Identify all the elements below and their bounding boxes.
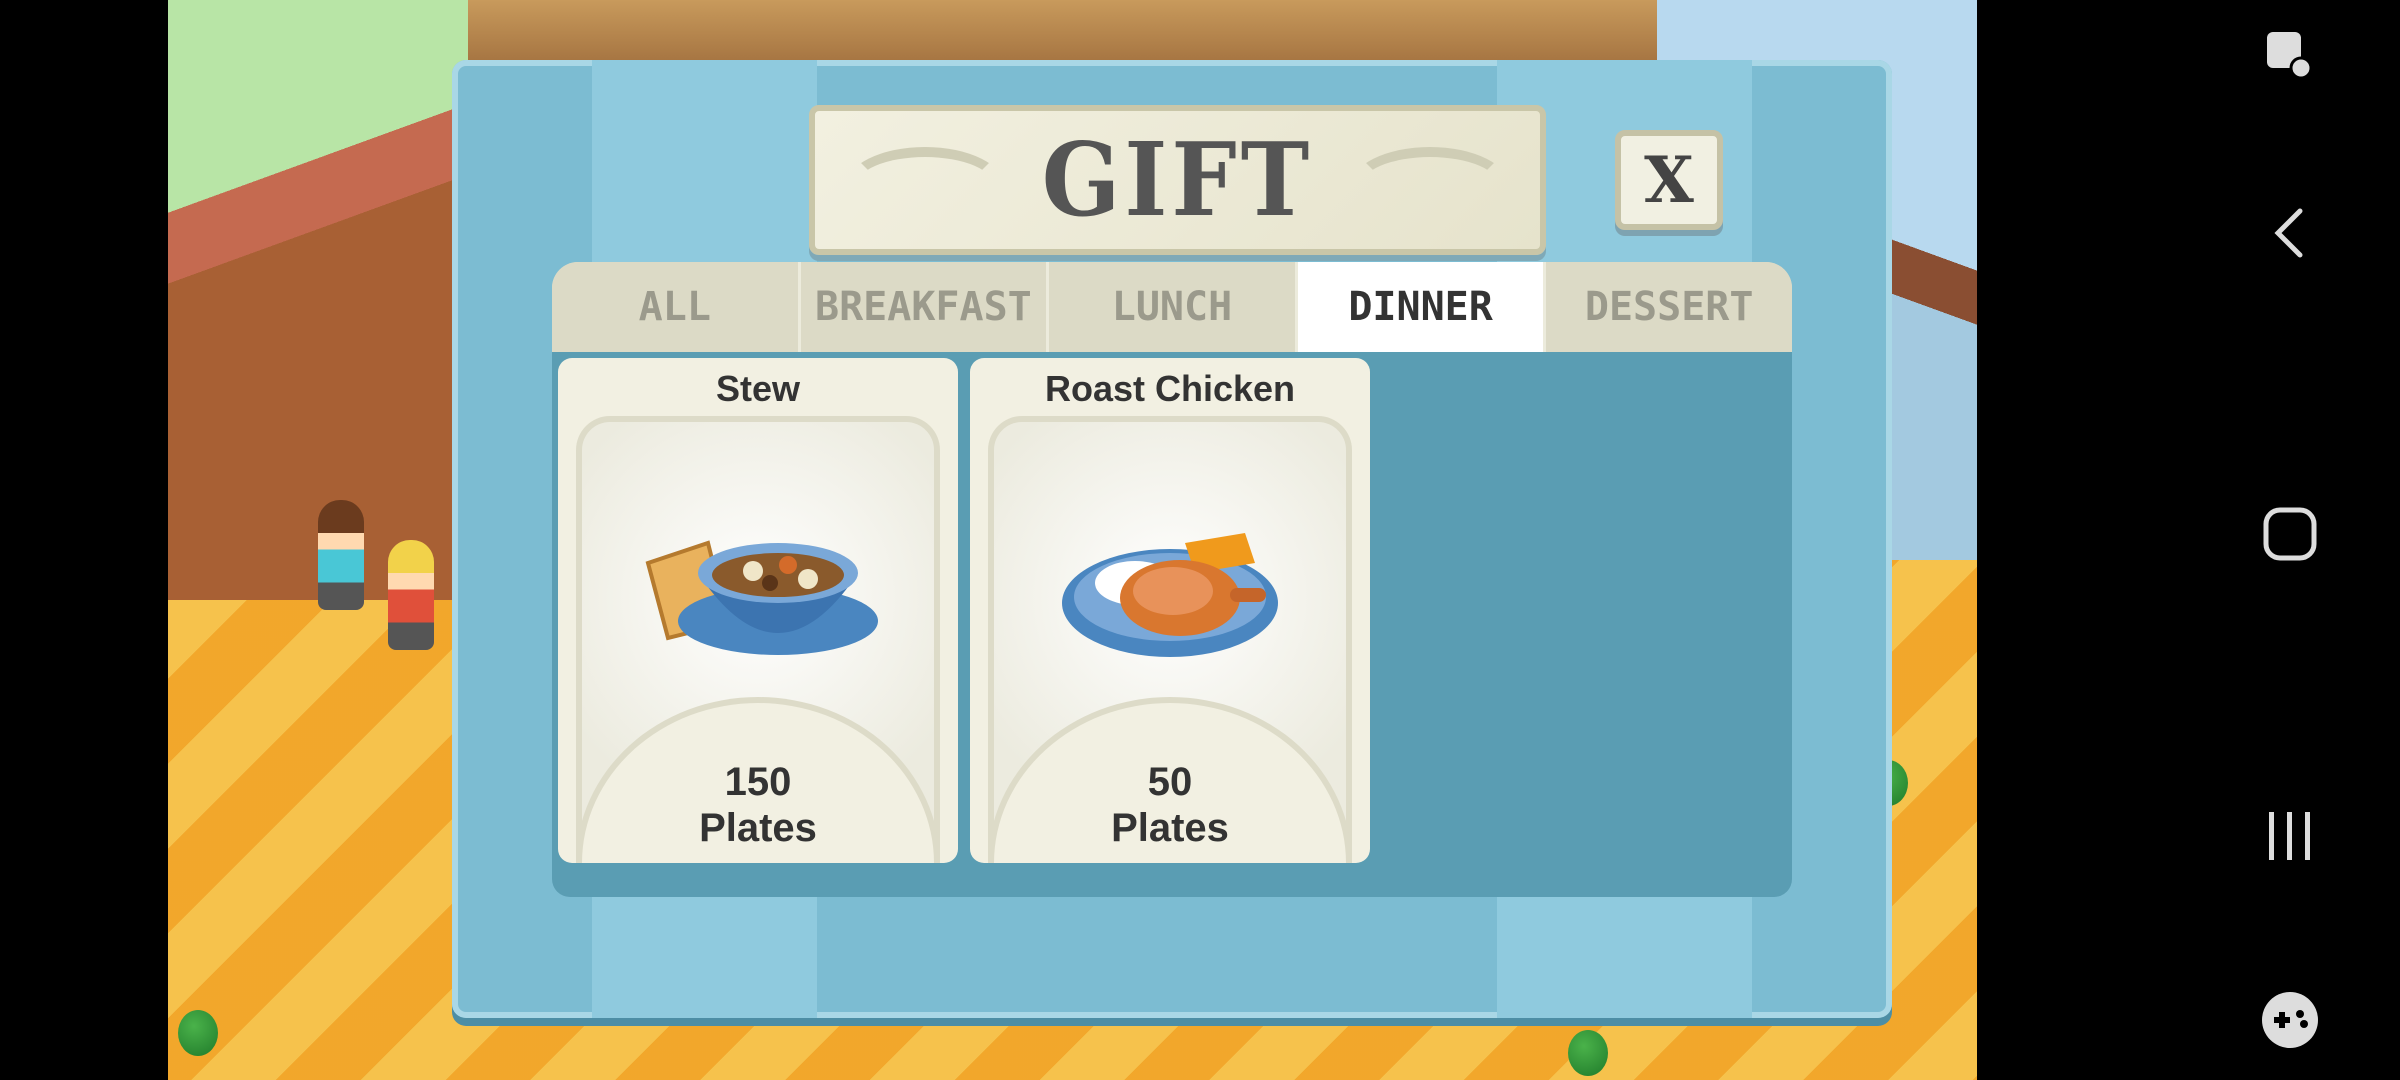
item-count: 50 — [1147, 760, 1193, 804]
customer-character[interactable] — [388, 540, 434, 650]
tab-dessert[interactable]: DESSERT — [1546, 262, 1792, 352]
gift-dialog: GIFT X ALL BREAKFAST LUNCH DINNER DESSER… — [452, 60, 1892, 1018]
item-quantity: 150 Plates — [558, 759, 958, 851]
back-icon[interactable] — [2270, 205, 2310, 265]
screenshot-icon[interactable] — [2263, 28, 2317, 86]
item-name: Stew — [715, 368, 801, 409]
customer-character[interactable] — [318, 500, 364, 610]
tab-dinner[interactable]: DINNER — [1297, 262, 1547, 352]
plant-decoration — [1568, 1030, 1608, 1076]
category-tabs: ALL BREAKFAST LUNCH DINNER DESSERT — [552, 262, 1792, 352]
recents-icon[interactable] — [2265, 808, 2315, 868]
tab-lunch[interactable]: LUNCH — [1049, 262, 1298, 352]
stew-bowl-icon — [638, 503, 878, 677]
system-nav-bar — [2180, 0, 2400, 1080]
title-plate: GIFT — [809, 105, 1546, 255]
tab-all[interactable]: ALL — [552, 262, 801, 352]
swirl-ornament-left — [845, 147, 1005, 227]
item-unit: Plates — [699, 806, 817, 850]
close-button[interactable]: X — [1615, 130, 1723, 230]
item-unit: Plates — [1111, 806, 1229, 850]
gift-card-roast-chicken[interactable]: Roast Chicken 50 Plates — [970, 358, 1370, 863]
item-name: Roast Chicken — [1044, 368, 1296, 409]
tab-breakfast[interactable]: BREAKFAST — [800, 262, 1050, 352]
roast-chicken-icon — [1055, 503, 1285, 667]
left-wall — [168, 0, 468, 600]
gift-card-stew[interactable]: Stew 150 Plates — [558, 358, 958, 863]
swirl-ornament-right — [1350, 147, 1510, 227]
plant-decoration — [178, 1010, 218, 1056]
item-count: 150 — [724, 760, 792, 804]
game-tools-icon[interactable] — [2260, 990, 2320, 1054]
item-quantity: 50 Plates — [970, 759, 1370, 851]
dialog-title: GIFT — [1041, 120, 1314, 240]
home-icon[interactable] — [2261, 505, 2319, 567]
